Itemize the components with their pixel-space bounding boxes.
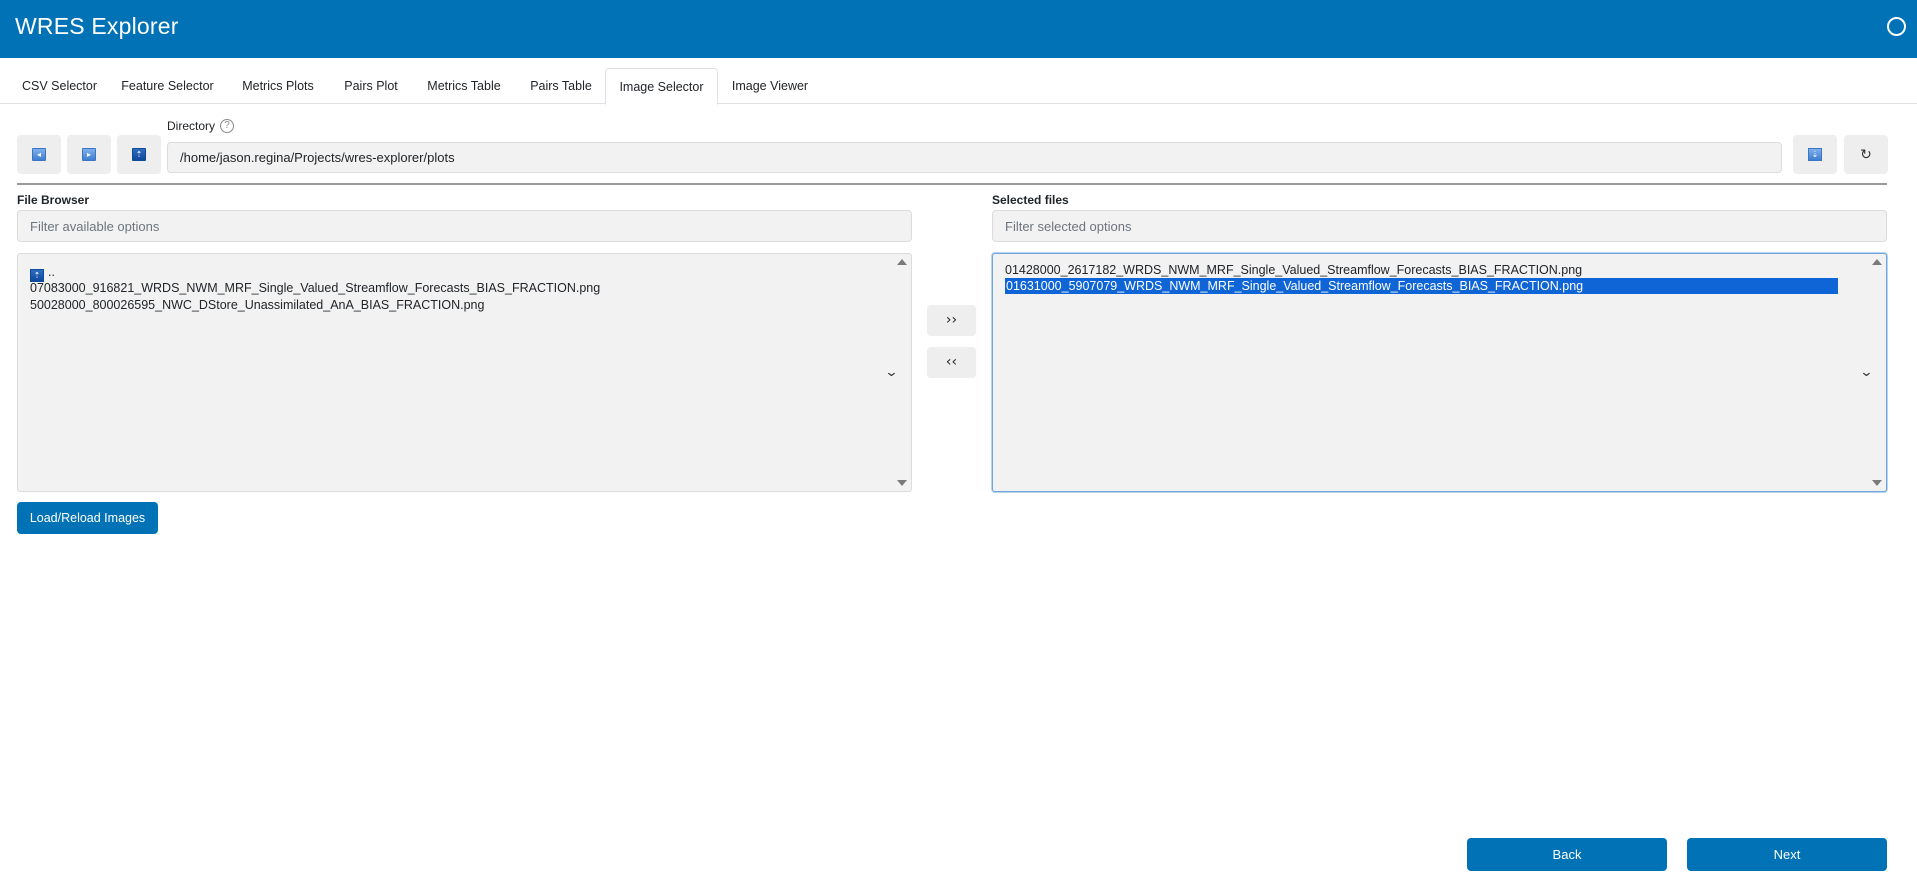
list-item-selected[interactable]: 01631000_5907079_WRDS_NWM_MRF_Single_Val… [1005, 278, 1838, 294]
forward-directory-button[interactable]: ▸ [67, 135, 111, 174]
list-item[interactable]: 07083000_916821_WRDS_NWM_MRF_Single_Valu… [30, 280, 600, 296]
tab-pairs-plot[interactable]: Pairs Plot [331, 68, 411, 104]
selected-files-filter-input[interactable] [992, 210, 1887, 242]
tab-bar: CSV Selector Feature Selector Metrics Pl… [0, 68, 1917, 105]
add-selected-button[interactable]: ›› [927, 305, 976, 336]
scroll-down-icon[interactable] [897, 480, 907, 486]
remove-selected-button[interactable]: ‹‹ [927, 347, 976, 378]
up-arrow-icon: ⇡ [132, 148, 146, 161]
selected-files-listbox[interactable]: 01428000_2617182_WRDS_NWM_MRF_Single_Val… [992, 253, 1887, 492]
list-item-parent-directory[interactable]: ⇡.. [30, 264, 55, 282]
load-reload-images-button[interactable]: Load/Reload Images [17, 502, 158, 534]
busy-indicator-icon [1887, 17, 1906, 36]
next-button[interactable]: Next [1687, 838, 1887, 871]
up-directory-button[interactable]: ⇡ [117, 135, 161, 174]
list-item[interactable]: 50028000_800026595_NWC_DStore_Unassimila… [30, 297, 484, 313]
help-icon[interactable]: ? [220, 119, 234, 133]
refresh-icon: ↻ [1860, 146, 1872, 162]
file-browser-label: File Browser [17, 193, 90, 207]
directory-label: Directory [167, 119, 216, 133]
chevron-down-icon: ⌄ [884, 364, 899, 379]
tab-feature-selector[interactable]: Feature Selector [110, 68, 225, 104]
forward-arrow-icon: ▸ [82, 148, 96, 161]
chevron-down-icon: ⌄ [1859, 364, 1874, 379]
tab-metrics-table[interactable]: Metrics Table [414, 68, 514, 104]
file-browser-filter-input[interactable] [17, 210, 912, 242]
list-item[interactable]: 01428000_2617182_WRDS_NWM_MRF_Single_Val… [1005, 262, 1582, 278]
tab-metrics-plots[interactable]: Metrics Plots [228, 68, 328, 104]
go-directory-button[interactable]: ⇣ [1793, 135, 1837, 174]
file-browser-listbox[interactable]: ⇡.. 07083000_916821_WRDS_NWM_MRF_Single_… [17, 253, 912, 492]
tab-pairs-table[interactable]: Pairs Table [517, 68, 605, 104]
parent-directory-label: .. [48, 265, 55, 279]
scroll-down-icon[interactable] [1872, 480, 1882, 486]
app-title: WRES Explorer [15, 13, 179, 39]
back-button[interactable]: Back [1467, 838, 1667, 871]
tab-image-viewer[interactable]: Image Viewer [721, 68, 819, 104]
go-down-icon: ⇣ [1808, 148, 1822, 161]
scroll-up-icon[interactable] [897, 259, 907, 265]
tab-image-selector[interactable]: Image Selector [605, 68, 718, 105]
back-directory-button[interactable]: ◂ [17, 135, 61, 174]
selected-files-label: Selected files [992, 193, 1069, 207]
tab-csv-selector[interactable]: CSV Selector [12, 68, 107, 104]
directory-input[interactable]: /home/jason.regina/Projects/wres-explore… [167, 142, 1782, 173]
section-divider [17, 183, 1887, 185]
scroll-up-icon[interactable] [1872, 259, 1882, 265]
back-arrow-icon: ◂ [32, 148, 46, 161]
app-header: WRES Explorer [0, 0, 1917, 58]
refresh-button[interactable]: ↻ [1844, 135, 1888, 174]
